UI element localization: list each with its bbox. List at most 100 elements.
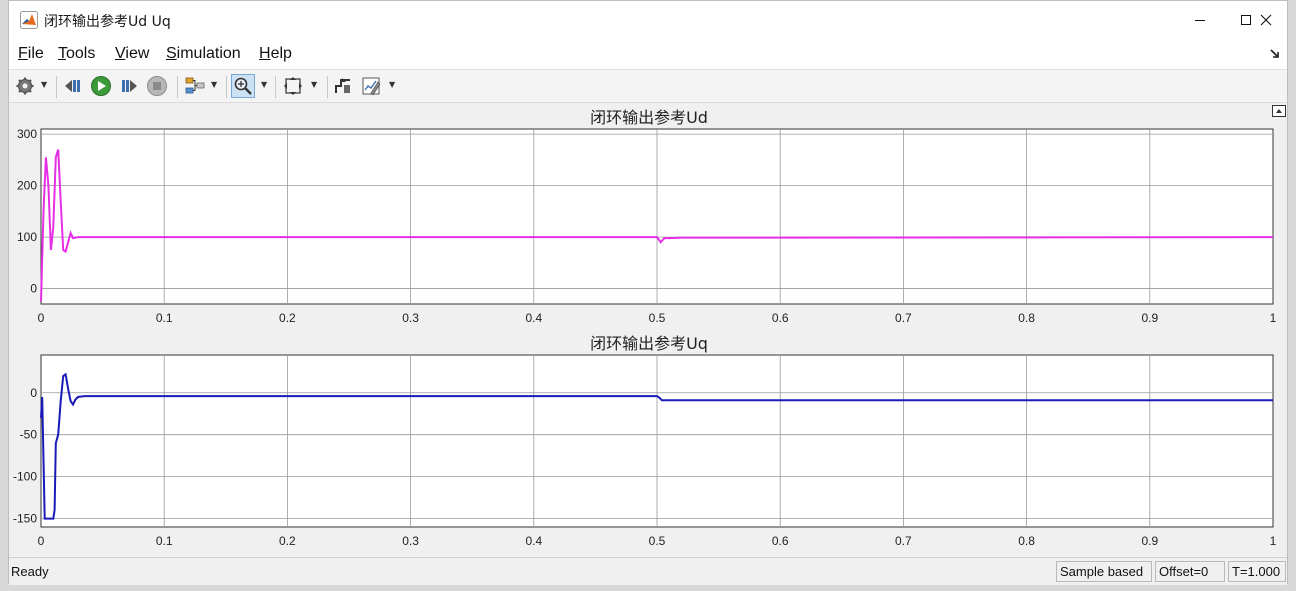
sample-mode-cell: Sample based bbox=[1056, 561, 1152, 582]
fit-view-icon bbox=[284, 77, 302, 95]
y-tick-label: 200 bbox=[17, 179, 37, 193]
triggers-button[interactable] bbox=[331, 74, 355, 98]
y-tick-label: 100 bbox=[17, 230, 37, 244]
offset-cell: Offset=0 bbox=[1155, 561, 1225, 582]
menu-simulation[interactable]: Simulation bbox=[166, 45, 241, 63]
menu-tools-rest: ools bbox=[66, 45, 96, 62]
x-tick-label: 0.3 bbox=[402, 311, 419, 325]
zoom-dropdown-icon[interactable]: ▼ bbox=[261, 80, 269, 92]
menu-simulation-rest: imulation bbox=[176, 45, 241, 62]
status-bar: Ready Sample based Offset=0 T=1.000 bbox=[9, 557, 1287, 585]
zoom-icon bbox=[234, 77, 252, 95]
step-forward-icon bbox=[122, 80, 137, 92]
menu-help-rest: elp bbox=[270, 45, 292, 62]
matlab-logo-icon bbox=[20, 11, 38, 29]
menu-tools-mnemonic: T bbox=[58, 45, 66, 62]
menu-simulation-mnemonic: S bbox=[166, 45, 177, 62]
run-icon bbox=[91, 76, 111, 96]
close-icon bbox=[1260, 14, 1272, 26]
menu-help[interactable]: Help bbox=[259, 45, 292, 63]
x-tick-label: 0 bbox=[38, 534, 45, 548]
menu-file-mnemonic: F bbox=[18, 45, 28, 62]
toolbar-separator bbox=[56, 76, 57, 98]
x-ticks-ud: 0 0.1 0.2 0.3 0.4 0.5 0.6 0.7 0.8 0.9 1 bbox=[38, 311, 1277, 325]
x-ticks-uq: 0 0.1 0.2 0.3 0.4 0.5 0.6 0.7 0.8 0.9 1 bbox=[38, 534, 1277, 548]
step-back-icon bbox=[65, 80, 80, 92]
y-tick-label: -100 bbox=[13, 470, 37, 484]
x-tick-label: 0.2 bbox=[279, 534, 296, 548]
toolbar-separator bbox=[177, 76, 178, 98]
y-tick-label: -150 bbox=[13, 512, 37, 526]
x-tick-label: 0.5 bbox=[649, 311, 666, 325]
menu-file[interactable]: File bbox=[18, 45, 44, 63]
x-tick-label: 0.3 bbox=[402, 534, 419, 548]
highlight-icon bbox=[185, 77, 205, 94]
plot-area: 闭环输出参考Ud 0 0.1 0.2 0.3 0.4 0.5 0.6 0.7 0.8 0.9 1 3… bbox=[9, 103, 1287, 559]
x-tick-label: 0.9 bbox=[1141, 311, 1158, 325]
x-tick-label: 0.9 bbox=[1141, 534, 1158, 548]
menu-help-mnemonic: H bbox=[259, 45, 271, 62]
stop-button[interactable] bbox=[145, 74, 169, 98]
menu-file-rest: ile bbox=[27, 45, 44, 62]
y-ticks-ud: 300 200 100 0 bbox=[17, 127, 37, 295]
x-tick-label: 0.8 bbox=[1018, 311, 1035, 325]
y-ticks-uq: 0 -50 -100 -150 bbox=[13, 386, 37, 526]
style-button[interactable] bbox=[359, 74, 383, 98]
menu-tools[interactable]: Tools bbox=[58, 45, 95, 63]
title-bar: 闭环输出参考Ud Uq bbox=[9, 1, 1287, 39]
x-tick-label: 1 bbox=[1270, 534, 1277, 548]
menu-view-rest: iew bbox=[125, 45, 150, 62]
configuration-dropdown-icon[interactable]: ▼ bbox=[41, 80, 49, 92]
zoom-button[interactable] bbox=[231, 74, 255, 98]
menu-bar: File Tools View Simulation Help bbox=[9, 39, 1287, 69]
x-tick-label: 0.8 bbox=[1018, 534, 1035, 548]
close-button[interactable] bbox=[1243, 1, 1289, 39]
highlight-dropdown-icon[interactable]: ▼ bbox=[211, 80, 219, 92]
x-tick-label: 0.4 bbox=[525, 534, 542, 548]
window-title: 闭环输出参考Ud Uq bbox=[44, 14, 171, 30]
menu-view-mnemonic: V bbox=[115, 45, 126, 62]
step-forward-button[interactable] bbox=[117, 74, 141, 98]
toolbar: ▼ ▼ ▼ ▼ ▼ bbox=[9, 69, 1287, 103]
toolbar-separator bbox=[327, 76, 328, 98]
configuration-button[interactable] bbox=[13, 74, 37, 98]
y-tick-label: 0 bbox=[30, 282, 37, 296]
triggers-icon bbox=[335, 78, 350, 93]
y-tick-label: -50 bbox=[20, 428, 38, 442]
x-tick-label: 0.4 bbox=[525, 311, 542, 325]
toolbar-separator bbox=[226, 76, 227, 98]
scope-window: 闭环输出参考Ud Uq File Tools View Simulation H… bbox=[8, 0, 1288, 585]
fit-view-dropdown-icon[interactable]: ▼ bbox=[311, 80, 319, 92]
plot-title-ud: 闭环输出参考Ud bbox=[590, 108, 708, 127]
style-dropdown-icon[interactable]: ▼ bbox=[389, 80, 397, 92]
x-tick-label: 0.6 bbox=[772, 311, 789, 325]
scope-plots[interactable]: 闭环输出参考Ud 0 0.1 0.2 0.3 0.4 0.5 0.6 0.7 0.8 0.9 1 3… bbox=[9, 103, 1289, 559]
x-tick-label: 0.5 bbox=[649, 534, 666, 548]
plot-title-uq: 闭环输出参考Uq bbox=[590, 334, 708, 353]
highlight-button[interactable] bbox=[183, 74, 207, 98]
dock-arrow-icon[interactable] bbox=[1269, 47, 1281, 59]
gear-icon bbox=[16, 77, 34, 95]
x-tick-label: 0.7 bbox=[895, 534, 912, 548]
run-button[interactable] bbox=[89, 74, 113, 98]
axes-uq[interactable]: 闭环输出参考Uq 0 0.1 0.2 0.3 0.4 0.5 0.6 0.7 0.8 0.9 1 0… bbox=[13, 334, 1277, 548]
toolbar-separator bbox=[275, 76, 276, 98]
x-tick-label: 0 bbox=[38, 311, 45, 325]
x-tick-label: 0.1 bbox=[156, 311, 173, 325]
menu-view[interactable]: View bbox=[115, 45, 149, 63]
time-cell: T=1.000 bbox=[1228, 561, 1286, 582]
y-tick-label: 300 bbox=[17, 127, 37, 141]
status-text: Ready bbox=[11, 564, 49, 579]
x-tick-label: 0.7 bbox=[895, 311, 912, 325]
axes-ud[interactable]: 闭环输出参考Ud 0 0.1 0.2 0.3 0.4 0.5 0.6 0.7 0.8 0.9 1 3… bbox=[17, 108, 1277, 325]
stop-icon bbox=[147, 76, 167, 96]
fit-view-button[interactable] bbox=[281, 74, 305, 98]
x-tick-label: 0.1 bbox=[156, 534, 173, 548]
step-back-button[interactable] bbox=[61, 74, 85, 98]
style-icon bbox=[362, 77, 381, 96]
x-tick-label: 0.2 bbox=[279, 311, 296, 325]
y-tick-label: 0 bbox=[30, 386, 37, 400]
x-tick-label: 0.6 bbox=[772, 534, 789, 548]
x-tick-label: 1 bbox=[1270, 311, 1277, 325]
